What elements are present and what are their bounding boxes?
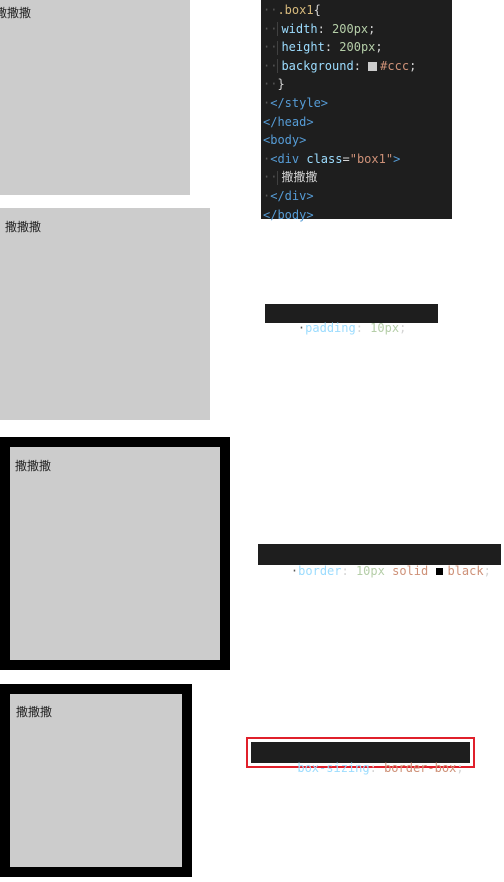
highlight-frame: box-sizing: border-box; [246,737,475,775]
box-sizing-snippet: box-sizing: border-box; [251,742,470,775]
code-token: background [281,58,354,73]
border-snippet: ·border: 10px solid black; [258,544,501,578]
indent-dots: ·· [263,77,278,92]
css-terminator: ; [399,321,407,335]
indent-dots: ·· [263,58,278,73]
demo-box-padding: 撒撒撒 [0,208,210,420]
indent-dots: ·· [263,170,278,185]
demo-box-border: 撒撒撒 [0,437,230,670]
css-value-width: 10px [355,564,385,578]
color-swatch-icon [435,567,445,576]
indent-guide [277,22,279,37]
css-value: border-box [384,761,457,775]
indent-guide [277,59,279,74]
code-token: : [353,58,369,73]
css-property: border [298,564,342,578]
code-panel: ··.box1{·· width: 200px; ·· height: 200px; ·… [261,0,452,222]
demo-box-text: 撒撒撒 [5,220,42,234]
color-swatch-icon [368,61,378,71]
css-value-color: black [447,564,484,578]
code-token: } [277,77,285,92]
code-token: 200px [339,40,376,55]
code-token: 200px [332,21,369,36]
code-token: </body> [263,207,314,222]
code-token: #ccc [380,58,410,73]
indent-guide [277,40,279,55]
demo-box-text: 撒撒撒 [0,6,32,20]
indent-guide [277,170,279,185]
code-line: ··.box1{ [263,1,452,20]
code-line: ·</div> [263,187,452,206]
indent-dots: ·· [263,3,278,17]
code-token: ; [375,40,383,55]
css-separator: : [355,321,371,335]
code-token: width [281,21,318,36]
code-line: </head> [263,113,452,132]
code-token: class [306,151,343,166]
code-token: </div> [270,188,314,203]
code-token: 撒撒撒 [281,170,318,185]
css-value: 10px [370,321,400,335]
padding-snippet: ·padding: 10px; [265,304,438,335]
code-line: ··} [263,75,452,94]
code-line: ·</style> [263,94,452,113]
code-token: <div [270,151,307,166]
code-token: </style> [270,95,329,110]
code-line: ·· width: 200px; [263,20,452,39]
demo-box-border-box: 撒撒撒 [0,684,192,877]
css-terminator: ; [456,761,464,775]
code-line: ·· 撒撒撒 [263,168,452,187]
code-token: height [281,40,325,55]
css-separator: : [341,564,356,578]
code-lines: ··.box1{·· width: 200px; ·· height: 200px; ·… [263,1,452,224]
css-value-style: solid [392,564,429,578]
indent-dots: ·· [263,21,278,36]
css-terminator: ; [483,564,491,578]
code-token: ; [368,21,376,36]
code-token: > [393,151,401,166]
demo-box-text: 撒撒撒 [16,705,53,719]
css-property: box-sizing [297,761,370,775]
code-token: "box1" [349,151,394,166]
code-line: <body> [263,131,452,150]
demo-box-text: 撒撒撒 [15,459,52,473]
code-token: : [324,40,340,55]
css-property: padding [305,321,356,335]
code-token: { [313,3,321,17]
code-token: : [317,21,333,36]
code-line: </body> [263,206,452,225]
code-token: = [342,151,350,166]
code-token: </head> [263,114,314,129]
code-token: ; [409,58,417,73]
code-token: .box1 [277,3,314,17]
code-line: ·· height: 200px; [263,38,452,57]
demo-box-basic: 撒撒撒 [0,0,190,195]
code-line: ·· background: #ccc; [263,57,452,76]
css-separator: : [369,761,385,775]
indent-dots: ·· [263,40,278,55]
code-token: <body> [263,133,307,148]
code-line: ·<div class="box1"> [263,150,452,169]
